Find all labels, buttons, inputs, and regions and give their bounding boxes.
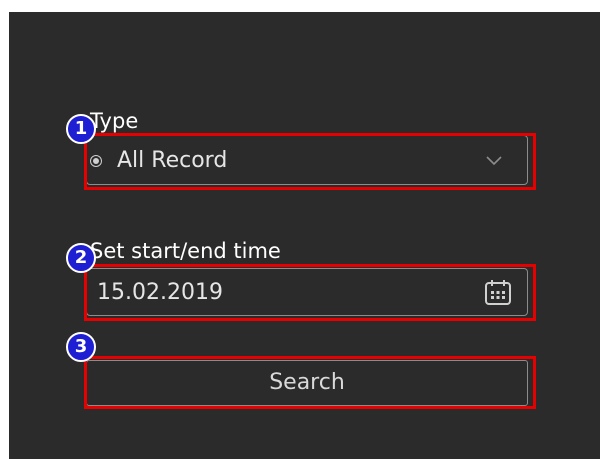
step-badge-3: 3 (66, 332, 96, 362)
date-field[interactable]: 15.02.2019 (86, 268, 528, 316)
time-label: Set start/end time (90, 239, 281, 263)
radio-dot-icon (90, 155, 102, 167)
date-value: 15.02.2019 (97, 280, 223, 305)
calendar-icon[interactable] (483, 278, 513, 308)
type-label: Type (90, 109, 139, 133)
chevron-down-icon (483, 149, 505, 171)
step-badge-2: 2 (66, 243, 96, 273)
search-button[interactable]: Search (86, 360, 528, 406)
type-dropdown[interactable]: All Record (86, 135, 528, 185)
type-selected-value: All Record (117, 148, 228, 173)
step-badge-1: 1 (66, 114, 96, 144)
